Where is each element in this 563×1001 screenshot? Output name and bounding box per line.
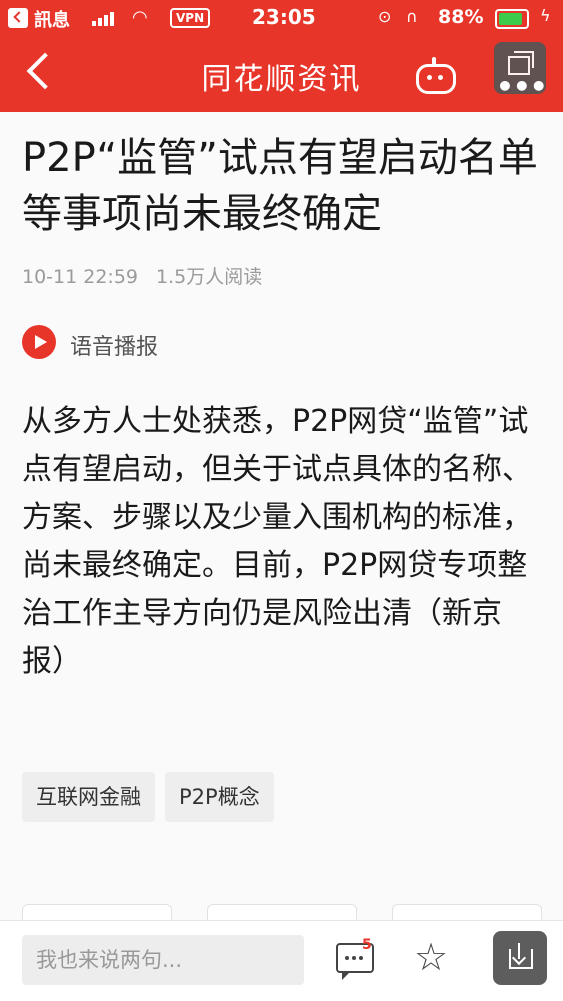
comment-input[interactable]: [22, 935, 304, 985]
tag-internet-finance[interactable]: 互联网金融: [22, 772, 155, 822]
battery-percent: 88%: [438, 6, 484, 28]
voice-broadcast-label: 语音播报: [70, 335, 159, 360]
article-body: 从多方人士处获悉，P2P网贷“监管”试点有望启动，但关于试点具体的名称、方案、步…: [22, 404, 532, 679]
vpn-badge: VPN: [170, 8, 211, 28]
robot-assistant-icon[interactable]: [416, 57, 456, 94]
charging-icon: ϟ: [540, 6, 551, 25]
carrier-label: 訊息: [34, 10, 70, 31]
share-download-button[interactable]: [493, 931, 547, 985]
status-bar: 訊息 ◠ VPN 23:05 ⊙ ∩ 88% ϟ: [0, 0, 563, 36]
tag-list: 互联网金融 P2P概念: [22, 772, 284, 822]
tag-p2p-concept[interactable]: P2P概念: [165, 772, 274, 822]
bottom-bar: 5 ☆: [0, 920, 563, 1001]
favorite-star-icon[interactable]: ☆: [414, 937, 448, 977]
more-options-icon[interactable]: •••: [496, 70, 548, 103]
signal-icon: [92, 10, 116, 26]
rotation-lock-icon: ⊙: [378, 7, 392, 26]
back-to-app-icon[interactable]: [8, 8, 28, 28]
status-time: 23:05: [252, 5, 316, 29]
play-icon: [22, 325, 56, 359]
battery-fill: [499, 13, 522, 25]
publish-date: 10-11 22:59: [22, 266, 139, 288]
top-header: 訊息 ◠ VPN 23:05 ⊙ ∩ 88% ϟ 同花顺资讯 •••: [0, 0, 563, 112]
read-count: 1.5万人阅读: [156, 266, 263, 288]
comment-count-badge: 5: [362, 937, 372, 953]
headphones-icon: ∩: [406, 7, 418, 26]
article-meta: 10-11 22:59 1.5万人阅读: [22, 262, 262, 289]
article-title: P2P“监管”试点有望启动名单等事项尚未最终确定: [22, 135, 538, 237]
wifi-icon: ◠: [132, 7, 148, 28]
battery-icon: [495, 9, 529, 29]
page-title: 同花顺资讯: [201, 62, 362, 97]
nav-bar: 同花顺资讯 •••: [0, 36, 563, 112]
